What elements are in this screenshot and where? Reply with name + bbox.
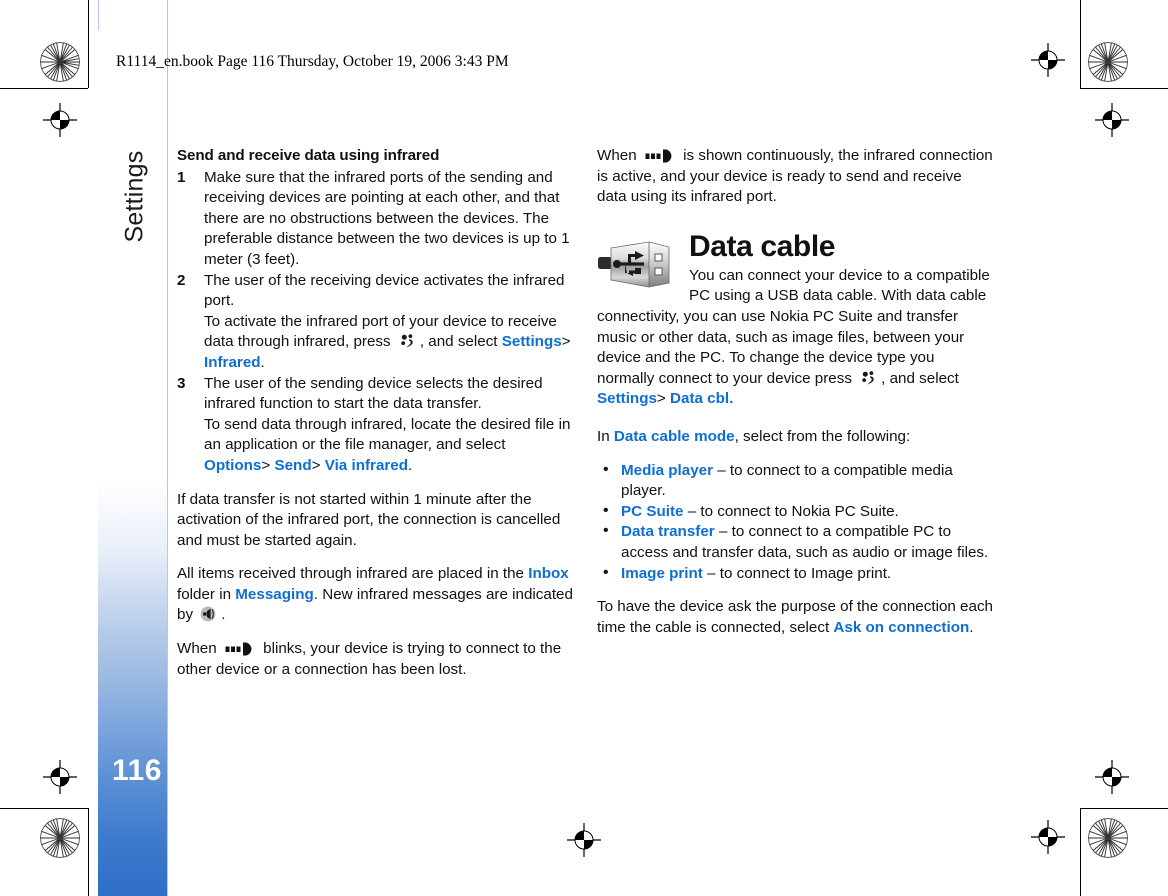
bullet-dot-icon: • <box>603 460 609 478</box>
list-item-term: PC Suite <box>621 502 684 520</box>
registration-mark-left-lower <box>43 760 77 794</box>
period: . <box>221 606 226 624</box>
period: . <box>408 456 413 474</box>
ui-label-via-infrared: Via infrared <box>324 456 409 474</box>
ui-label-data-cbl: Data cbl. <box>670 390 734 408</box>
separator-gt: > <box>656 390 666 408</box>
step-text: The user of the sending device selects t… <box>204 374 543 413</box>
trim-guide-right <box>167 0 168 896</box>
step-item: 3 The user of the sending device selects… <box>177 374 575 415</box>
separator-gt: > <box>561 333 571 351</box>
chapter-title: Settings <box>120 150 149 243</box>
paragraph-text-cont: , select from the following: <box>734 427 911 445</box>
bullet-dot-icon: • <box>603 522 609 540</box>
star-density-target-top-left <box>40 42 80 82</box>
menu-key-icon <box>400 333 415 349</box>
step-number: 2 <box>177 271 186 289</box>
ui-label-settings: Settings <box>597 390 657 408</box>
paragraph-text-cont: folder in <box>177 585 232 603</box>
step-number: 3 <box>177 374 186 392</box>
registration-mark-bottom-center <box>567 823 601 857</box>
ui-label-data-cable-mode: Data cable mode <box>613 427 735 445</box>
separator-gt: > <box>311 456 321 474</box>
chapter-sidebar: Settings 116 <box>98 30 167 896</box>
step-number: 1 <box>177 168 186 186</box>
left-text-column: Send and receive data using infrared 1 M… <box>177 146 575 693</box>
book-file-header: R1114_en.book Page 116 Thursday, October… <box>116 53 509 70</box>
trim-rule-bottom-left <box>0 808 88 809</box>
paragraph-mode-intro: In Data cable mode, select from the foll… <box>597 427 995 448</box>
paragraph-inbox: All items received through infrared are … <box>177 564 575 626</box>
paragraph-continuous: When is shown continuously, the infrared… <box>597 146 995 208</box>
list-item-desc: – to connect to Image print. <box>707 564 892 582</box>
substep-text: To send data through infrared, locate th… <box>204 415 571 454</box>
paragraph-text: When <box>177 640 217 658</box>
paragraph-timeout: If data transfer is not started within 1… <box>177 490 561 549</box>
separator-gt: > <box>261 456 271 474</box>
list-item-desc: – to connect to Nokia PC Suite. <box>687 502 899 520</box>
registration-mark-top-left <box>43 103 77 137</box>
ui-label-messaging: Messaging <box>235 585 314 603</box>
paragraph-ask-on-connection: To have the device ask the purpose of th… <box>597 597 995 638</box>
period: . <box>969 618 974 636</box>
infrared-signal-icon <box>645 149 675 163</box>
ui-label-settings: Settings <box>501 333 562 351</box>
step-item: 1 Make sure that the infrared ports of t… <box>177 168 575 271</box>
paragraph-blink: When blinks, your device is trying to co… <box>177 639 575 680</box>
list-item-term: Image print <box>621 564 703 582</box>
paragraph-text-cont: , and select <box>881 369 959 387</box>
ui-label-options: Options <box>204 456 262 474</box>
paragraph-text: In <box>597 427 610 445</box>
star-density-target-bottom-right <box>1088 818 1128 858</box>
star-density-target-bottom-left <box>40 818 80 858</box>
registration-mark-right-upper <box>1095 103 1129 137</box>
registration-mark-right-lower <box>1095 760 1129 794</box>
step-text: The user of the receiving device activat… <box>204 271 565 310</box>
paragraph-text: When <box>597 147 637 164</box>
list-item: • Image print – to connect to Image prin… <box>597 564 995 585</box>
usb-data-cable-icon <box>597 234 679 296</box>
ui-label-inbox: Inbox <box>528 565 569 583</box>
trim-rule-top-right <box>1080 88 1168 89</box>
trim-rule-left-bottom <box>88 808 89 896</box>
substep-text-cont: , and select <box>419 333 498 351</box>
step-substep: To activate the infrared port of your de… <box>177 312 575 374</box>
paragraph-text: All items received through infrared are … <box>177 565 524 583</box>
registration-mark-top-right <box>1031 43 1065 77</box>
trim-rule-left-top <box>88 0 89 88</box>
menu-key-icon <box>861 370 876 386</box>
step-substep: To send data through infrared, locate th… <box>177 415 575 477</box>
registration-mark-bottom-right <box>1031 820 1065 854</box>
section-heading-infrared: Send and receive data using infrared <box>177 147 440 164</box>
list-item-term: Media player <box>621 461 714 479</box>
bullet-dot-icon: • <box>603 563 609 581</box>
page-number: 116 <box>112 754 162 787</box>
trim-rule-right-bottom <box>1080 808 1081 896</box>
infrared-signal-icon <box>225 642 255 656</box>
period: . <box>260 353 265 371</box>
step-item: 2 The user of the receiving device activ… <box>177 271 575 312</box>
right-text-column: When is shown continuously, the infrared… <box>597 146 995 651</box>
list-item-term: Data transfer <box>621 523 715 541</box>
trim-rule-bottom-right <box>1080 808 1168 809</box>
datacable-mode-list: • Media player – to connect to a compati… <box>597 461 995 585</box>
ui-label-send: Send <box>274 456 312 474</box>
datacable-section: Data cable You can connect your device t… <box>597 230 995 410</box>
ui-label-ask-on-connection: Ask on connection <box>833 618 970 636</box>
star-density-target-top-right <box>1088 42 1128 82</box>
trim-rule-top-left <box>0 88 88 89</box>
list-item: • Media player – to connect to a compati… <box>597 461 995 502</box>
step-text: Make sure that the infrared ports of the… <box>204 168 570 268</box>
new-message-icon <box>200 606 218 622</box>
ui-label-infrared: Infrared <box>204 353 261 371</box>
list-item: • Data transfer – to connect to a compat… <box>597 522 995 563</box>
list-item: • PC Suite – to connect to Nokia PC Suit… <box>597 502 995 523</box>
bullet-dot-icon: • <box>603 501 609 519</box>
trim-rule-right-top <box>1080 0 1081 88</box>
